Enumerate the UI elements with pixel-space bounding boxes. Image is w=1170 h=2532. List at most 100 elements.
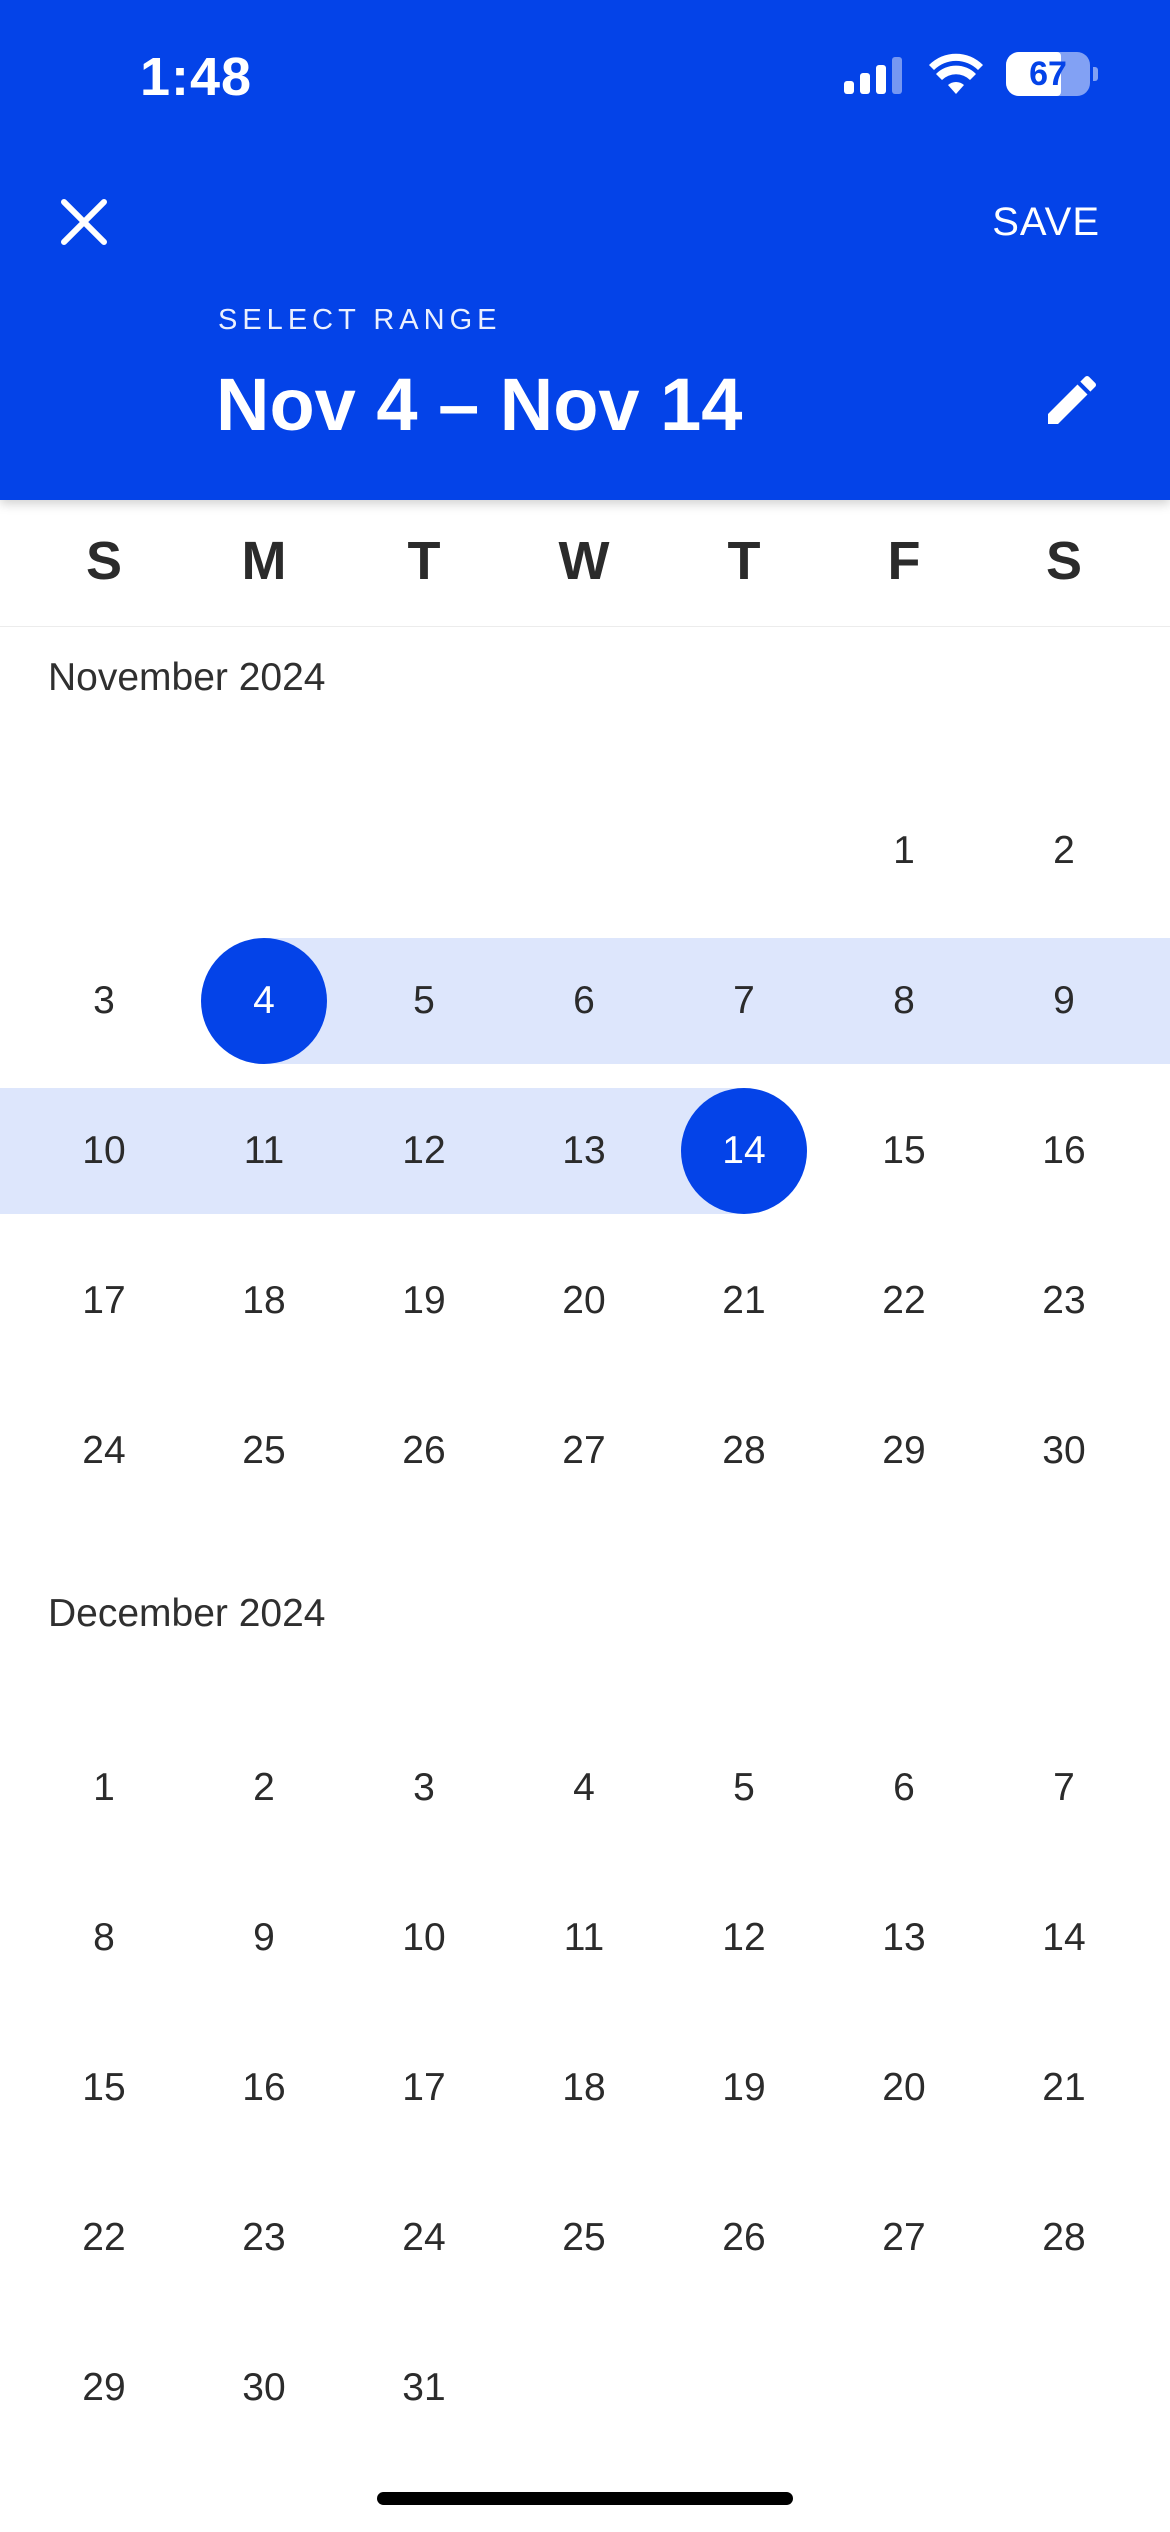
- battery-level: 67: [1029, 54, 1067, 93]
- day-cell[interactable]: 4: [504, 1725, 664, 1851]
- week-row: 24 25 26 27 28 29 30: [0, 1388, 1170, 1514]
- day-cell[interactable]: 17: [24, 1238, 184, 1364]
- day-number: 13: [562, 1129, 606, 1172]
- day-cell[interactable]: 16: [984, 1088, 1144, 1214]
- day-cell[interactable]: 10: [344, 1875, 504, 2001]
- day-number: 27: [562, 1429, 606, 1472]
- day-number: 15: [882, 1129, 926, 1172]
- day-cell[interactable]: 18: [504, 2025, 664, 2151]
- day-cell[interactable]: 13: [824, 1875, 984, 2001]
- day-cell[interactable]: 2: [184, 1725, 344, 1851]
- day-cell[interactable]: 8: [24, 1875, 184, 2001]
- day-number: 30: [242, 2366, 286, 2409]
- day-cell[interactable]: 16: [184, 2025, 344, 2151]
- day-number: 9: [253, 1916, 275, 1959]
- week-row: 15 16 17 18 19 20 21: [0, 2025, 1170, 2151]
- day-cell[interactable]: 27: [824, 2175, 984, 2301]
- day-cell[interactable]: 18: [184, 1238, 344, 1364]
- day-number: 24: [402, 2216, 446, 2259]
- day-cell[interactable]: 7: [984, 1725, 1144, 1851]
- weekday-header: SMTWTFS: [0, 500, 1170, 627]
- day-cell[interactable]: 20: [824, 2025, 984, 2151]
- day-cell[interactable]: 26: [664, 2175, 824, 2301]
- day-cell[interactable]: 29: [24, 2325, 184, 2451]
- day-number: 29: [82, 2366, 126, 2409]
- selected-day-number: 4: [253, 979, 275, 1022]
- day-cell[interactable]: 8: [824, 938, 984, 1064]
- day-number: 29: [882, 1429, 926, 1472]
- date-range-picker-screen: 1:48 67 SAVE SELECT RANGE Nov 4 – Nov 14…: [0, 0, 1170, 2532]
- day-cell[interactable]: 22: [24, 2175, 184, 2301]
- day-cell[interactable]: 15: [824, 1088, 984, 1214]
- day-cell[interactable]: 1: [824, 788, 984, 914]
- day-cell[interactable]: 30: [984, 1388, 1144, 1514]
- day-cell[interactable]: 21: [984, 2025, 1144, 2151]
- day-number: 20: [562, 1279, 606, 1322]
- day-cell[interactable]: 10: [24, 1088, 184, 1214]
- day-cell[interactable]: 15: [24, 2025, 184, 2151]
- pencil-edit-icon[interactable]: [1040, 368, 1104, 432]
- day-cell[interactable]: 17: [344, 2025, 504, 2151]
- day-number: 7: [733, 979, 755, 1022]
- day-number: 23: [242, 2216, 286, 2259]
- day-cell[interactable]: 25: [504, 2175, 664, 2301]
- day-cell[interactable]: 26: [344, 1388, 504, 1514]
- weekday-label: F: [887, 531, 921, 591]
- week-row: 29 30 31: [0, 2325, 1170, 2451]
- day-cell[interactable]: 14: [664, 1088, 824, 1214]
- day-number: 2: [253, 1766, 275, 1809]
- close-icon[interactable]: [56, 194, 112, 250]
- day-cell[interactable]: 22: [824, 1238, 984, 1364]
- day-cell[interactable]: 25: [184, 1388, 344, 1514]
- day-cell[interactable]: 19: [664, 2025, 824, 2151]
- weekday-label: S: [1045, 531, 1083, 591]
- day-cell[interactable]: 1: [24, 1725, 184, 1851]
- day-cell[interactable]: 5: [344, 938, 504, 1064]
- day-cell[interactable]: 28: [664, 1388, 824, 1514]
- weekday-label: M: [241, 531, 287, 591]
- day-cell[interactable]: 6: [824, 1725, 984, 1851]
- day-cell[interactable]: 4: [184, 938, 344, 1064]
- day-cell[interactable]: 30: [184, 2325, 344, 2451]
- day-cell[interactable]: 23: [984, 1238, 1144, 1364]
- day-cell[interactable]: 28: [984, 2175, 1144, 2301]
- day-cell[interactable]: 9: [984, 938, 1144, 1064]
- day-cell[interactable]: 3: [344, 1725, 504, 1851]
- day-cell[interactable]: 5: [664, 1725, 824, 1851]
- day-cell[interactable]: 20: [504, 1238, 664, 1364]
- day-number: 10: [402, 1916, 446, 1959]
- day-cell[interactable]: 3: [24, 938, 184, 1064]
- day-cell[interactable]: 21: [664, 1238, 824, 1364]
- month-title: November 2024: [48, 656, 326, 699]
- day-cell[interactable]: 14: [984, 1875, 1144, 2001]
- day-cell[interactable]: 19: [344, 1238, 504, 1364]
- day-cell[interactable]: 13: [504, 1088, 664, 1214]
- day-cell[interactable]: 9: [184, 1875, 344, 2001]
- week-row: 12: [0, 788, 1170, 914]
- day-cell[interactable]: 7: [664, 938, 824, 1064]
- day-number: 30: [1042, 1429, 1086, 1472]
- day-cell[interactable]: 24: [344, 2175, 504, 2301]
- day-cell[interactable]: 31: [344, 2325, 504, 2451]
- save-button[interactable]: SAVE: [992, 200, 1100, 245]
- day-number: 18: [562, 2066, 606, 2109]
- day-number: 5: [413, 979, 435, 1022]
- week-row: 3 4 5 6 7 8 9: [0, 938, 1170, 1064]
- day-cell[interactable]: 6: [504, 938, 664, 1064]
- day-cell[interactable]: 27: [504, 1388, 664, 1514]
- day-cell[interactable]: 12: [664, 1875, 824, 2001]
- home-indicator[interactable]: [377, 2492, 793, 2505]
- day-number: 25: [562, 2216, 606, 2259]
- day-cell[interactable]: 11: [504, 1875, 664, 2001]
- selected-range-title: Nov 4 – Nov 14: [216, 363, 743, 446]
- day-number: 22: [82, 2216, 126, 2259]
- week-row: 1 2 3 4 5 6 7: [0, 1725, 1170, 1851]
- day-cell[interactable]: 24: [24, 1388, 184, 1514]
- day-cell[interactable]: 29: [824, 1388, 984, 1514]
- day-cell[interactable]: 11: [184, 1088, 344, 1214]
- day-number: 19: [402, 1279, 446, 1322]
- day-cell[interactable]: 23: [184, 2175, 344, 2301]
- day-cell[interactable]: 12: [344, 1088, 504, 1214]
- day-cell[interactable]: 2: [984, 788, 1144, 914]
- month-title: December 2024: [48, 1592, 326, 1635]
